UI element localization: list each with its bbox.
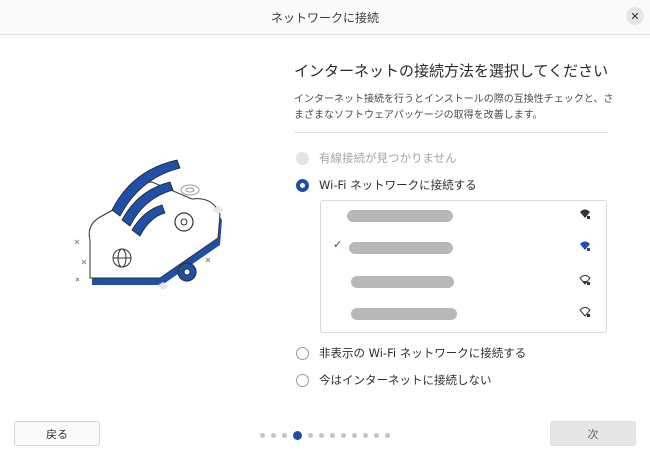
page-title: インターネットの接続方法を選択してください <box>294 62 609 80</box>
wifi-signal-strong-secured-icon <box>580 209 590 219</box>
gear-icon <box>177 262 197 282</box>
radio-hidden-wifi[interactable] <box>296 346 309 360</box>
page-dot <box>308 433 313 438</box>
radio-wifi[interactable] <box>296 178 309 192</box>
wifi-signal-weak-secured-icon <box>579 275 591 285</box>
check-icon: ✓ <box>333 238 343 251</box>
option-wifi[interactable]: Wi-Fi ネットワークに接続する <box>296 177 477 193</box>
radio-wired <box>296 151 309 165</box>
radio-no-internet[interactable] <box>296 373 309 387</box>
page-dot <box>330 433 335 438</box>
close-icon: ✕ <box>630 9 640 23</box>
option-wired: 有線接続が見つかりません <box>296 150 457 166</box>
wifi-network-item-selected[interactable]: ✓ <box>321 237 608 257</box>
option-no-internet[interactable]: 今はインターネットに接続しない <box>296 372 492 388</box>
option-label: 有線接続が見つかりません <box>319 151 457 165</box>
page-dot <box>260 433 265 438</box>
page-dot <box>271 433 276 438</box>
close-button[interactable]: ✕ <box>626 7 644 25</box>
window-title: ネットワークに接続 <box>270 11 379 25</box>
option-label: Wi-Fi ネットワークに接続する <box>319 178 477 192</box>
page-dot <box>352 433 357 438</box>
divider <box>294 132 608 133</box>
page-dot <box>282 433 287 438</box>
next-button[interactable]: 次 <box>550 421 636 446</box>
wifi-network-item[interactable] <box>321 205 608 225</box>
page-dot <box>363 433 368 438</box>
network-name-redacted <box>351 276 454 288</box>
wifi-network-item[interactable] <box>321 271 608 291</box>
back-button[interactable]: 戻る <box>14 421 100 446</box>
wifi-network-item[interactable] <box>321 303 608 323</box>
network-name-redacted <box>349 242 453 254</box>
page-indicator <box>260 431 396 440</box>
page-dot <box>341 433 346 438</box>
option-label: 非表示の Wi-Fi ネットワークに接続する <box>319 346 527 360</box>
wifi-signal-strong-secured-icon <box>580 241 590 251</box>
wifi-network-list: ✓ <box>320 200 607 333</box>
option-label: 今はインターネットに接続しない <box>319 373 492 387</box>
page-dot <box>374 433 379 438</box>
globe-icon <box>112 248 132 268</box>
gear-icon <box>174 212 194 232</box>
page-description: インターネット接続を行うとインストールの際の互換性チェックと、さまざまなソフトウ… <box>294 94 614 121</box>
target-icon <box>180 184 200 196</box>
title-bar: ネットワークに接続 ✕ <box>0 0 650 35</box>
wifi-signal-weak-secured-icon <box>579 307 591 317</box>
option-hidden-wifi[interactable]: 非表示の Wi-Fi ネットワークに接続する <box>296 345 526 361</box>
network-name-redacted <box>347 210 453 222</box>
network-name-redacted <box>351 308 457 320</box>
page-dot-active <box>293 431 302 440</box>
page-dot <box>319 433 324 438</box>
page-dot <box>385 433 390 438</box>
network-cloud-illustration <box>74 159 224 290</box>
